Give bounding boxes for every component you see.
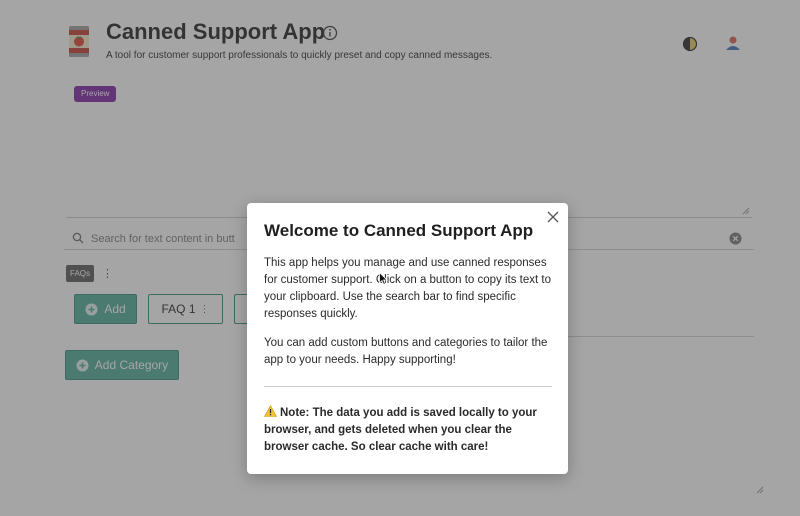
close-icon[interactable] [547,211,559,223]
modal-note: Note: The data you add is saved locally … [264,405,552,456]
warning-icon [264,405,277,417]
welcome-modal: Welcome to Canned Support App This app h… [247,203,568,474]
modal-intro-text: This app helps you manage and use canned… [264,257,551,320]
modal-title: Welcome to Canned Support App [264,221,534,240]
modal-divider [264,386,552,387]
modal-customize-text: You can add custom buttons and categorie… [264,337,548,366]
cursor-icon [379,272,388,285]
modal-note-text: Note: The data you add is saved locally … [264,407,537,453]
